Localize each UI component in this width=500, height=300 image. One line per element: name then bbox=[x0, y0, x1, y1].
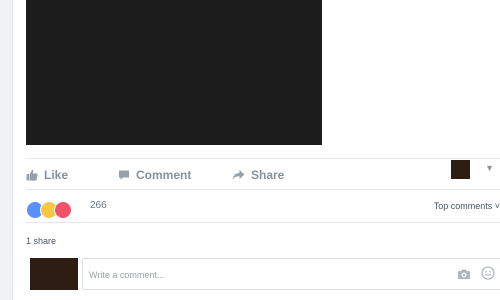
thumbs-up-icon bbox=[26, 169, 38, 181]
comment-composer bbox=[30, 258, 500, 290]
comment-label: Comment bbox=[136, 168, 192, 182]
reaction-icons[interactable] bbox=[26, 198, 82, 219]
share-count[interactable]: 1 share bbox=[26, 236, 56, 246]
page: Like Comment Share ▼ 266 Top comments ˅ … bbox=[0, 0, 500, 300]
like-button[interactable]: Like bbox=[26, 167, 68, 183]
share-label: Share bbox=[251, 168, 285, 182]
post-as-avatar[interactable] bbox=[451, 160, 470, 179]
comment-button[interactable]: Comment bbox=[118, 167, 191, 183]
like-label: Like bbox=[44, 168, 69, 182]
chevron-down-icon[interactable]: ▼ bbox=[485, 163, 494, 173]
comment-bubble-icon bbox=[118, 169, 130, 181]
post-card: Like Comment Share ▼ 266 Top comments ˅ … bbox=[12, 0, 500, 300]
comment-input[interactable] bbox=[87, 265, 431, 285]
smile-icon[interactable] bbox=[481, 266, 495, 285]
reaction-count[interactable]: 266 bbox=[90, 200, 107, 211]
reactions-bar: 266 Top comments ˅ bbox=[26, 196, 500, 223]
share-arrow-icon bbox=[232, 169, 245, 181]
share-button[interactable]: Share bbox=[232, 167, 284, 183]
camera-icon[interactable] bbox=[457, 267, 471, 285]
post-actions-bar: Like Comment Share ▼ bbox=[26, 158, 500, 190]
post-media[interactable] bbox=[26, 0, 322, 145]
comment-box bbox=[82, 258, 500, 290]
top-comments-dropdown[interactable]: Top comments ˅ bbox=[434, 201, 500, 211]
love-reaction-icon bbox=[54, 201, 72, 219]
avatar bbox=[30, 258, 78, 290]
